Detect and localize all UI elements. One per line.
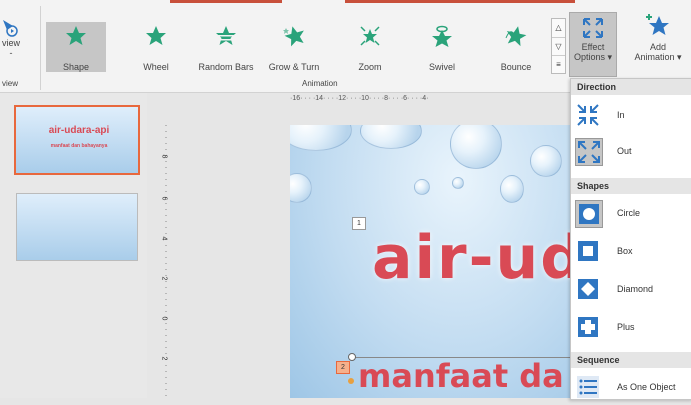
vertical-ruler: 8 6 4 2 0 2 [160, 125, 172, 398]
option-label: Circle [617, 208, 641, 218]
ruler-tick-label: 2 [160, 356, 168, 361]
slide-subtitle[interactable]: manfaat da [358, 357, 564, 395]
option-label: Plus [617, 322, 635, 332]
effect-label: Grow & Turn [268, 62, 320, 72]
circle-shape-icon [575, 200, 603, 228]
box-shape-icon [575, 238, 603, 266]
shape-circle-option[interactable]: Circle [571, 197, 691, 231]
gallery-scroll: △ ▽ ≡ [551, 18, 566, 74]
preview-dropdown-mark: - [9, 48, 13, 58]
grow-turn-star-icon [283, 26, 304, 47]
gallery-scroll-down-icon[interactable]: ▽ [552, 38, 565, 56]
direction-in-option[interactable]: In [571, 99, 691, 133]
ruler-tick-label: 6 [160, 196, 168, 201]
effect-zoom[interactable]: Zoom [340, 22, 400, 72]
water-drop [450, 125, 502, 169]
preview-icon [3, 20, 18, 37]
thumbnail-title: air-udara-api [48, 125, 110, 136]
ruler-tick-label: 0 [160, 316, 168, 321]
preview-group-label: view [2, 79, 19, 88]
effect-label: Wheel [143, 62, 169, 72]
group-divider [40, 6, 41, 90]
shape-diamond-option[interactable]: Diamond [571, 273, 691, 307]
ruler-tick-label: 2 [160, 276, 168, 281]
slide-canvas[interactable]: 1 air-ud 2 manfaat da [290, 125, 570, 398]
thumbnail-subtitle: manfaat dan bahayanya [50, 143, 108, 149]
effect-random-bars[interactable]: Random Bars [196, 22, 256, 72]
slide-thumbnails-pane: air-udara-api manfaat dan bahayanya [0, 93, 147, 398]
option-label: Out [617, 146, 632, 156]
slide-thumbnail-1[interactable]: air-udara-api manfaat dan bahayanya [14, 105, 140, 175]
plus-shape-icon [575, 314, 603, 342]
gallery-more-icon[interactable]: ≡ [552, 56, 565, 73]
effect-grow-turn[interactable]: Grow & Turn [264, 22, 324, 72]
preview-button[interactable]: view - [0, 18, 22, 58]
water-drop [290, 173, 312, 203]
slide-title[interactable]: air-ud [372, 223, 570, 293]
water-drop [414, 179, 430, 195]
water-drop [500, 175, 524, 203]
option-label: In [617, 110, 625, 120]
selection-handle[interactable] [348, 353, 356, 361]
ribbon-accent-line [170, 0, 282, 3]
shapes-header: Shapes [571, 178, 691, 194]
effect-label: Bounce [500, 62, 532, 72]
water-drop [290, 125, 352, 151]
effect-options-menu: Direction In Out Shapes Circle Box Diamo… [570, 78, 691, 400]
option-label: As One Object [617, 382, 676, 392]
ribbon-accent-line [345, 0, 575, 3]
effect-options-label: Effect [581, 42, 605, 52]
water-drop [452, 177, 464, 189]
wheel-star-icon [146, 26, 166, 45]
add-animation-label: Add [649, 42, 666, 52]
effect-shape[interactable]: Shape [46, 22, 106, 72]
random-bars-star-icon [216, 26, 236, 45]
effect-swivel[interactable]: Swivel [412, 22, 472, 72]
direction-header: Direction [571, 79, 691, 95]
slide-thumbnail-2[interactable] [16, 193, 138, 261]
sequence-header: Sequence [571, 352, 691, 368]
effect-label: Zoom [358, 62, 382, 72]
selection-handle[interactable] [348, 378, 354, 384]
diamond-shape-icon [575, 276, 603, 304]
arrows-out-icon [575, 138, 603, 166]
bounce-star-icon [505, 26, 527, 47]
animation-tag-2[interactable]: 2 [336, 361, 350, 374]
effect-options-button[interactable]: Effect Options ▾ [569, 12, 617, 77]
shape-star-icon [66, 26, 86, 45]
ruler-tick-label: 4 [160, 236, 168, 241]
effect-wheel[interactable]: Wheel [126, 22, 186, 72]
water-drop [530, 145, 562, 177]
swivel-star-icon [432, 25, 452, 47]
effect-label: Random Bars [198, 62, 254, 72]
effect-label: Swivel [428, 62, 455, 72]
sequence-as-one-object-option[interactable]: As One Object [571, 371, 691, 405]
arrows-in-icon [575, 102, 603, 130]
add-animation-button[interactable]: Add Animation ▾ [628, 12, 688, 63]
option-label: Diamond [617, 284, 654, 294]
shape-box-option[interactable]: Box [571, 235, 691, 269]
water-drop [360, 125, 422, 149]
gallery-scroll-up-icon[interactable]: △ [552, 19, 565, 38]
effect-options-icon [583, 18, 603, 38]
animation-group-label: Animation [302, 79, 338, 88]
effect-label: Shape [62, 62, 90, 72]
effect-options-label-2: Options ▾ [573, 52, 613, 62]
effect-bounce[interactable]: Bounce [486, 22, 546, 72]
shape-plus-option[interactable]: Plus [571, 311, 691, 345]
option-label: Box [617, 246, 633, 256]
horizontal-ruler: ·16· · · ·14· · · ·12· · · ·10· · · ·8· … [290, 95, 429, 102]
add-animation-star-icon [646, 14, 669, 35]
preview-label: view [1, 38, 20, 48]
animation-tag-1[interactable]: 1 [352, 217, 366, 230]
ruler-tick-label: 8 [160, 154, 168, 159]
add-animation-label-2: Animation ▾ [634, 52, 682, 62]
zoom-star-icon [360, 26, 380, 46]
direction-out-option[interactable]: Out [571, 135, 691, 169]
